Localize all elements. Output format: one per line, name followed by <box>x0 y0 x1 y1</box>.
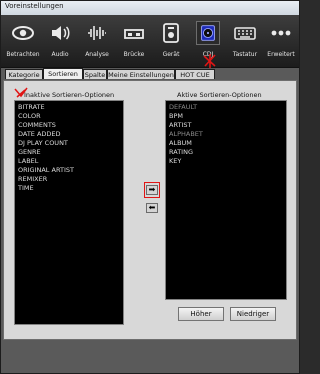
active-options-list[interactable]: DEFAULT BPM ARTIST ALPHABET ALBUM RATING… <box>165 100 287 300</box>
tab-bar: Kategorie Sortieren Spalte Meine Einstel… <box>5 68 297 80</box>
waveform-icon <box>88 26 106 40</box>
toolbar-item-geraet[interactable]: Gerät <box>151 19 191 63</box>
list-item[interactable]: ALBUM <box>169 139 283 148</box>
inactive-options-list[interactable]: BITRATE COLOR COMMENTS DATE ADDED DJ PLA… <box>14 100 124 325</box>
toolbar-item-cdj[interactable]: CDJ <box>188 19 228 68</box>
lower-button[interactable]: Niedriger <box>230 307 276 321</box>
list-item[interactable]: BITRATE <box>18 103 120 112</box>
list-item[interactable]: ORIGINAL ARTIST <box>18 166 120 175</box>
toolbar-item-label: Audio <box>51 51 69 58</box>
list-item[interactable]: ALPHABET <box>169 130 283 139</box>
eye-icon <box>12 26 34 40</box>
list-item[interactable]: DATE ADDED <box>18 130 120 139</box>
inactive-list-title: Inaktive Sortieren-Optionen <box>24 91 115 99</box>
toolbar-item-erweitert[interactable]: Erweitert <box>261 19 301 63</box>
list-item[interactable]: ARTIST <box>169 121 283 130</box>
bridge-icon <box>124 29 144 39</box>
keyboard-icon <box>234 27 256 40</box>
cdj-icon <box>196 21 220 45</box>
list-item[interactable]: BPM <box>169 112 283 121</box>
list-item[interactable]: DJ PLAY COUNT <box>18 139 120 148</box>
move-left-button[interactable]: ⬅ <box>146 203 158 213</box>
footer-area <box>1 340 299 373</box>
toolbar-item-label: Brücke <box>123 51 145 58</box>
toolbar-item-tastatur[interactable]: Tastatur <box>225 19 265 63</box>
preferences-window: Voreinstellungen Betrachten Audio Analys… <box>0 0 300 374</box>
sort-options-panel: Inaktive Sortieren-Optionen BITRATE COLO… <box>3 80 297 340</box>
list-item[interactable]: DEFAULT <box>169 103 283 112</box>
preferences-toolbar: Betrachten Audio Analyse Brücke Gerät CD… <box>1 15 299 68</box>
list-item[interactable]: COMMENTS <box>18 121 120 130</box>
active-list-title: Aktive Sortieren-Optionen <box>177 91 262 99</box>
speaker-icon <box>52 26 70 40</box>
tab-spalte[interactable]: Spalte <box>83 69 107 79</box>
tab-sortieren[interactable]: Sortieren <box>43 68 83 79</box>
toolbar-item-label: Gerät <box>162 51 180 58</box>
list-item[interactable]: REMIXER <box>18 175 120 184</box>
list-item[interactable]: RATING <box>169 148 283 157</box>
tab-meine-einstellungen[interactable]: Meine Einstellungen <box>107 69 175 79</box>
more-dots-icon <box>271 30 291 36</box>
list-item[interactable]: GENRE <box>18 148 120 157</box>
device-icon <box>163 23 179 43</box>
list-item[interactable]: COLOR <box>18 112 120 121</box>
red-annotation-star-icon <box>203 54 216 68</box>
title-bar: Voreinstellungen <box>1 1 299 16</box>
window-title: Voreinstellungen <box>5 2 64 10</box>
toolbar-item-label: Tastatur <box>232 51 258 58</box>
tab-kategorie[interactable]: Kategorie <box>5 69 43 79</box>
move-right-button[interactable]: ➡ <box>146 185 158 195</box>
toolbar-item-betrachten[interactable]: Betrachten <box>3 19 43 63</box>
list-item[interactable]: LABEL <box>18 157 120 166</box>
toolbar-item-bruecke[interactable]: Brücke <box>114 19 154 63</box>
toolbar-item-audio[interactable]: Audio <box>40 19 80 63</box>
tab-hot-cue[interactable]: HOT CUE <box>175 69 215 79</box>
toolbar-item-analyse[interactable]: Analyse <box>77 19 117 63</box>
toolbar-item-label: Erweitert <box>267 51 295 58</box>
toolbar-item-label: Betrachten <box>6 51 40 58</box>
higher-button[interactable]: Höher <box>178 307 224 321</box>
list-item[interactable]: KEY <box>169 157 283 166</box>
list-item[interactable]: TIME <box>18 184 120 193</box>
toolbar-item-label: Analyse <box>85 51 109 58</box>
